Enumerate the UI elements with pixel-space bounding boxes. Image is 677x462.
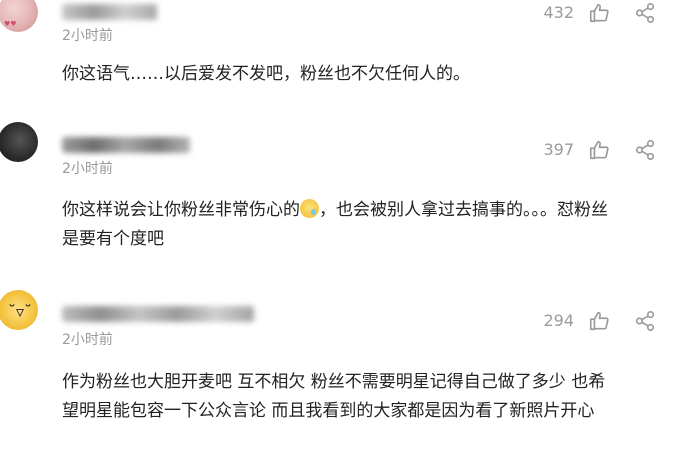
comment-text: 作为粉丝也大胆开麦吧 互不相欠 粉丝不需要明星记得自己做了多少 也希望明星能包容… <box>62 372 606 421</box>
share-icon[interactable] <box>634 2 656 24</box>
comment-time: 2小时前 <box>62 28 113 44</box>
comment-text: 你这语气……以后爱发不发吧，粉丝也不欠任何人的。 <box>62 64 470 84</box>
username-blurred[interactable] <box>62 137 190 153</box>
username-blurred[interactable] <box>62 306 254 322</box>
share-icon[interactable] <box>634 139 656 161</box>
like-count: 294 <box>543 311 574 330</box>
face-icon: ˘▿˘ <box>8 302 33 321</box>
like-count: 397 <box>543 140 574 159</box>
thumbs-up-icon[interactable] <box>588 2 610 24</box>
sad-sweat-face-icon <box>300 199 319 218</box>
avatar[interactable]: ˘▿˘ <box>0 290 38 330</box>
like-count: 432 <box>543 3 574 22</box>
comment-text: 你这样说会让你粉丝非常伤心的 ，也会被别人拿过去搞事的。。。怼粉丝是要有个度吧 <box>62 196 622 254</box>
share-icon[interactable] <box>634 310 656 332</box>
comment-time: 2小时前 <box>62 332 113 348</box>
comment-list: ♥♥ 2小时前 432 你这语气……以后爱发不发吧，粉丝也不欠任何人的。 2小时… <box>0 0 677 462</box>
avatar[interactable] <box>0 122 38 162</box>
thumbs-up-icon[interactable] <box>588 310 610 332</box>
username-blurred[interactable] <box>62 4 157 20</box>
avatar[interactable]: ♥♥ <box>0 0 38 32</box>
avatar-decoration: ♥♥ <box>4 20 17 28</box>
thumbs-up-icon[interactable] <box>588 139 610 161</box>
comment-text-part: 你这样说会让你粉丝非常伤心的 <box>62 200 300 220</box>
comment-time: 2小时前 <box>62 161 113 177</box>
